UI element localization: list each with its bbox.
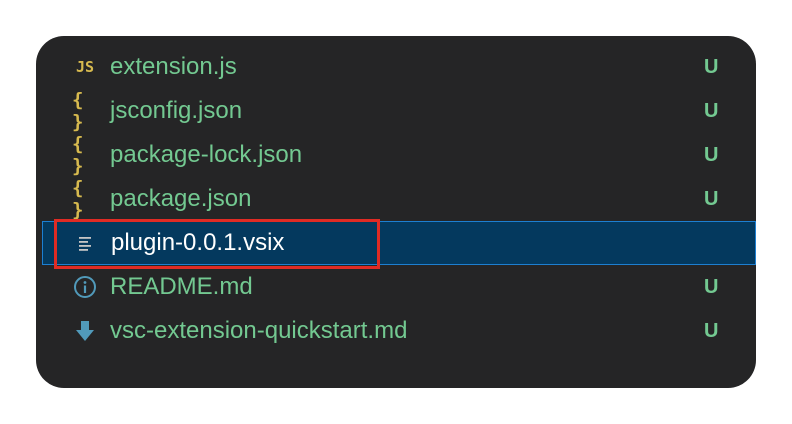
file-item-package-lock-json[interactable]: { } package-lock.json U xyxy=(36,133,756,177)
download-arrow-icon xyxy=(72,310,98,352)
file-name: package.json xyxy=(110,185,252,212)
file-name: plugin-0.0.1.vsix xyxy=(111,229,285,256)
file-name: jsconfig.json xyxy=(110,97,243,124)
git-status-badge: U xyxy=(704,188,719,210)
json-file-icon: { } xyxy=(72,89,85,133)
file-item-readme-md[interactable]: README.md U xyxy=(36,266,756,308)
json-file-icon: { } xyxy=(72,133,85,177)
git-status-badge: U xyxy=(704,276,719,298)
git-status-badge: U xyxy=(704,56,719,78)
git-status-badge: U xyxy=(704,144,719,166)
file-name: extension.js xyxy=(110,53,237,80)
file-item-jsconfig-json[interactable]: { } jsconfig.json U xyxy=(36,89,756,133)
json-file-icon: { } xyxy=(72,177,85,221)
git-status-badge: U xyxy=(704,100,719,122)
file-explorer-panel: JS extension.js U { } jsconfig.json U { … xyxy=(36,36,756,388)
generic-file-icon xyxy=(73,222,99,264)
info-icon xyxy=(72,266,98,308)
file-item-extension-js[interactable]: JS extension.js U xyxy=(36,46,756,88)
js-file-icon: JS xyxy=(75,58,95,76)
file-name: package-lock.json xyxy=(110,141,303,168)
file-item-vsc-extension-quickstart-md[interactable]: vsc-extension-quickstart.md U xyxy=(36,310,756,352)
file-item-package-json[interactable]: { } package.json U xyxy=(36,177,756,221)
file-name: vsc-extension-quickstart.md xyxy=(110,317,408,344)
file-name: README.md xyxy=(110,273,253,300)
file-item-plugin-vsix[interactable]: plugin-0.0.1.vsix xyxy=(42,221,756,265)
git-status-badge: U xyxy=(704,320,719,342)
